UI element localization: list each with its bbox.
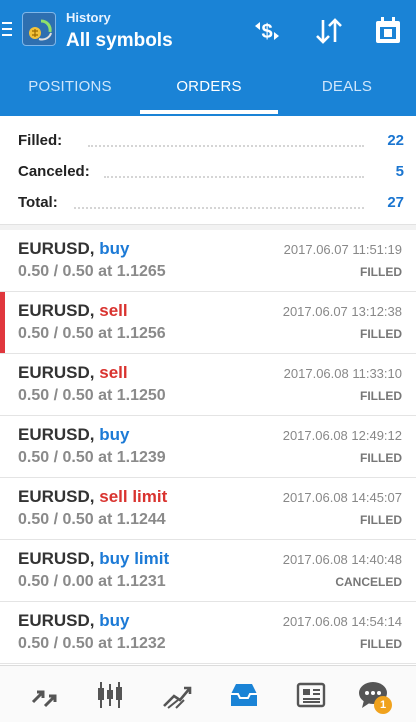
chart-icon[interactable]: [93, 678, 127, 712]
summary-total-row: Total: 27: [18, 190, 404, 218]
order-row[interactable]: EURUSD, sell limit 0.50 / 0.50 at 1.1244…: [0, 478, 416, 540]
order-status: FILLED: [360, 265, 402, 279]
orders-summary: Filled: 22 Canceled: 5 Total: 27: [0, 116, 416, 228]
order-status: FILLED: [360, 513, 402, 527]
order-type: buy: [99, 239, 130, 258]
order-status: FILLED: [360, 637, 402, 651]
trade-icon[interactable]: [160, 678, 194, 712]
order-symbol: EURUSD,: [18, 487, 95, 506]
order-symbol: EURUSD,: [18, 301, 95, 320]
header-subtitle: History: [66, 10, 111, 25]
order-volume-price: 0.50 / 0.50 at 1.1265: [18, 263, 166, 280]
order-symbol-line: EURUSD, buy: [18, 239, 129, 259]
order-volume-price: 0.50 / 0.50 at 1.1239: [18, 449, 166, 466]
app-bar: History All symbols $ POSITIONS ORDERS D…: [0, 0, 416, 116]
order-symbol-line: EURUSD, sell: [18, 301, 128, 321]
news-icon[interactable]: [294, 678, 328, 712]
order-time: 2017.06.07 11:51:19: [283, 242, 402, 257]
order-symbol: EURUSD,: [18, 239, 95, 258]
order-type: sell limit: [99, 487, 168, 506]
filled-label: Filled:: [18, 132, 67, 149]
order-status: CANCELED: [335, 575, 402, 589]
svg-text:$: $: [261, 21, 272, 43]
order-symbol: EURUSD,: [18, 363, 95, 382]
tab-deals[interactable]: DEALS: [278, 62, 416, 116]
sort-icon[interactable]: [312, 14, 346, 48]
quotes-icon[interactable]: [27, 678, 61, 712]
canceled-count: 5: [395, 163, 404, 180]
bottom-navigation: [0, 665, 416, 722]
top-bar: History All symbols $: [0, 0, 416, 62]
chat-badge: 1: [374, 696, 392, 714]
tab-indicator: [140, 110, 278, 114]
order-symbol-line: EURUSD, buy: [18, 425, 129, 445]
order-status: FILLED: [360, 327, 402, 341]
total-label: Total:: [18, 194, 62, 211]
order-type: buy limit: [99, 549, 170, 568]
order-type: buy: [99, 611, 130, 630]
order-status: FILLED: [360, 389, 402, 403]
order-time: 2017.06.08 11:33:10: [283, 366, 402, 381]
order-symbol-line: EURUSD, buy limit: [18, 549, 169, 569]
tab-bar: POSITIONS ORDERS DEALS: [0, 62, 416, 116]
summary-filled-row: Filled: 22: [18, 128, 404, 156]
order-row[interactable]: EURUSD, sell 0.50 / 0.50 at 1.1256 2017.…: [0, 292, 416, 354]
summary-canceled-row: Canceled: 5: [18, 159, 404, 187]
canceled-label: Canceled:: [18, 163, 94, 180]
history-icon[interactable]: [227, 678, 261, 712]
currency-exchange-icon[interactable]: $: [250, 14, 284, 48]
order-volume-price: 0.50 / 0.50 at 1.1232: [18, 635, 166, 652]
header-title[interactable]: All symbols: [66, 30, 173, 52]
order-symbol: EURUSD,: [18, 425, 95, 444]
order-type: buy: [99, 425, 130, 444]
order-symbol-line: EURUSD, sell limit: [18, 487, 167, 507]
order-row[interactable]: EURUSD, sell 0.50 / 0.50 at 1.1250 2017.…: [0, 354, 416, 416]
calendar-icon[interactable]: [371, 14, 405, 48]
tab-orders[interactable]: ORDERS: [140, 62, 278, 116]
order-time: 2017.06.07 13:12:38: [282, 304, 402, 319]
order-volume-price: 0.50 / 0.50 at 1.1250: [18, 387, 166, 404]
divider: [104, 176, 364, 178]
divider: [88, 145, 364, 147]
order-symbol-line: EURUSD, buy: [18, 611, 129, 631]
order-volume-price: 0.50 / 0.50 at 1.1244: [18, 511, 166, 528]
order-symbol: EURUSD,: [18, 549, 95, 568]
tab-positions[interactable]: POSITIONS: [0, 62, 140, 116]
order-row[interactable]: EURUSD, buy 0.50 / 0.50 at 1.1232 2017.0…: [0, 602, 416, 664]
order-volume-price: 0.50 / 0.00 at 1.1231: [18, 573, 166, 590]
menu-icon[interactable]: [2, 22, 12, 38]
order-status: FILLED: [360, 451, 402, 465]
order-type: sell: [99, 301, 128, 320]
filled-count: 22: [387, 132, 404, 149]
order-row[interactable]: EURUSD, buy 0.50 / 0.50 at 1.1239 2017.0…: [0, 416, 416, 478]
divider: [74, 207, 364, 209]
order-time: 2017.06.08 14:54:14: [282, 614, 402, 629]
order-time: 2017.06.08 14:40:48: [282, 552, 402, 567]
order-time: 2017.06.08 12:49:12: [282, 428, 402, 443]
order-time: 2017.06.08 14:45:07: [282, 490, 402, 505]
order-symbol-line: EURUSD, sell: [18, 363, 128, 383]
order-volume-price: 0.50 / 0.50 at 1.1256: [18, 325, 166, 342]
total-count: 27: [387, 194, 404, 211]
order-type: sell: [99, 363, 128, 382]
order-row[interactable]: EURUSD, buy 0.50 / 0.50 at 1.1265 2017.0…: [0, 230, 416, 292]
app-logo[interactable]: [22, 12, 56, 46]
order-row[interactable]: EURUSD, buy limit 0.50 / 0.00 at 1.1231 …: [0, 540, 416, 602]
order-symbol: EURUSD,: [18, 611, 95, 630]
